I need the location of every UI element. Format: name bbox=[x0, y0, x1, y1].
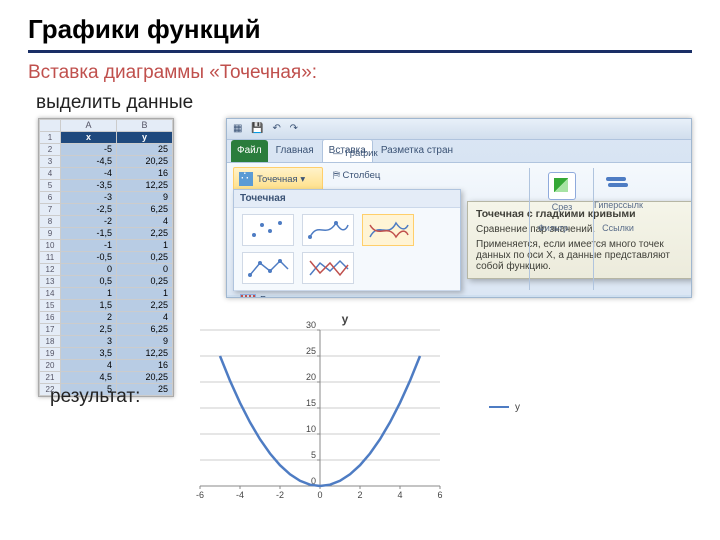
subtitle: Вставка диаграммы «Точечная»: bbox=[28, 62, 317, 84]
svg-text:4: 4 bbox=[397, 490, 402, 500]
scatter-lines-markers-option[interactable] bbox=[242, 252, 294, 284]
filter-label: Фильтр bbox=[529, 223, 577, 233]
svg-text:5: 5 bbox=[311, 450, 316, 460]
spreadsheet: AB1xy2-5253-4,520,254-4165-3,512,256-397… bbox=[38, 118, 174, 397]
dropdown-title: Точечная bbox=[234, 190, 460, 208]
ribbon-group-links: Ссылки bbox=[593, 223, 643, 290]
ribbon-tabs: Файл Главная Вставка Разметка стран bbox=[227, 140, 691, 163]
svg-text:20: 20 bbox=[306, 372, 316, 382]
scatter-button[interactable]: Точечная ▾ bbox=[233, 167, 323, 191]
svg-text:25: 25 bbox=[306, 346, 316, 356]
scatter-markers-option[interactable] bbox=[242, 214, 294, 246]
line-chart-button[interactable]: — График bbox=[327, 145, 384, 162]
result-label: результат: bbox=[50, 386, 140, 408]
svg-text:30: 30 bbox=[306, 320, 316, 330]
redo-icon[interactable]: ↷ bbox=[290, 123, 298, 134]
all-charts-label: Все типы диаграмм bbox=[260, 295, 351, 299]
column-chart-button[interactable]: ⛿ Столбец bbox=[327, 167, 386, 184]
scatter-icon bbox=[239, 172, 253, 186]
tab-file[interactable]: Файл bbox=[231, 140, 268, 162]
app-icon: ▦ bbox=[233, 123, 242, 134]
ribbon-group-filter: Фильтр bbox=[529, 223, 577, 290]
scatter-lines-option[interactable] bbox=[302, 252, 354, 284]
excel-ribbon: ▦ 💾 ↶ ↷ Файл Главная Вставка Разметка ст… bbox=[226, 118, 692, 298]
slicer-icon bbox=[548, 172, 576, 200]
svg-text:6: 6 bbox=[437, 490, 442, 500]
scatter-smooth-option[interactable] bbox=[362, 214, 414, 246]
chart-title: y bbox=[170, 312, 520, 326]
result-chart: y 051015202530-6-4-20246 y bbox=[170, 312, 520, 527]
slicer-label: Срез bbox=[530, 202, 594, 212]
chart-legend: y bbox=[489, 402, 520, 413]
scatter-smooth-markers-option[interactable] bbox=[302, 214, 354, 246]
title-underline bbox=[28, 50, 692, 53]
tab-layout[interactable]: Разметка стран bbox=[375, 140, 459, 162]
hyperlink-label: Гиперссылк bbox=[594, 200, 642, 210]
undo-icon[interactable]: ↶ bbox=[272, 123, 280, 134]
hyperlink-icon bbox=[605, 172, 631, 198]
step-select-data: выделить данные bbox=[36, 92, 193, 114]
all-chart-types[interactable]: Все типы диаграмм bbox=[234, 290, 460, 298]
scatter-dropdown: Точечная Все типы диаграмм bbox=[233, 189, 461, 291]
svg-text:15: 15 bbox=[306, 398, 316, 408]
svg-text:-2: -2 bbox=[276, 490, 284, 500]
svg-text:-6: -6 bbox=[196, 490, 204, 500]
save-icon[interactable]: 💾 bbox=[251, 123, 263, 134]
page-title: Графики функций bbox=[28, 14, 261, 45]
svg-text:0: 0 bbox=[317, 490, 322, 500]
scatter-label: Точечная ▾ bbox=[257, 174, 305, 185]
svg-text:2: 2 bbox=[357, 490, 362, 500]
all-charts-icon bbox=[240, 294, 256, 298]
links-label: Ссылки bbox=[593, 223, 643, 233]
svg-text:-4: -4 bbox=[236, 490, 244, 500]
tab-home[interactable]: Главная bbox=[270, 140, 320, 162]
svg-text:10: 10 bbox=[306, 424, 316, 434]
quick-access-toolbar: ▦ 💾 ↶ ↷ bbox=[227, 119, 691, 140]
